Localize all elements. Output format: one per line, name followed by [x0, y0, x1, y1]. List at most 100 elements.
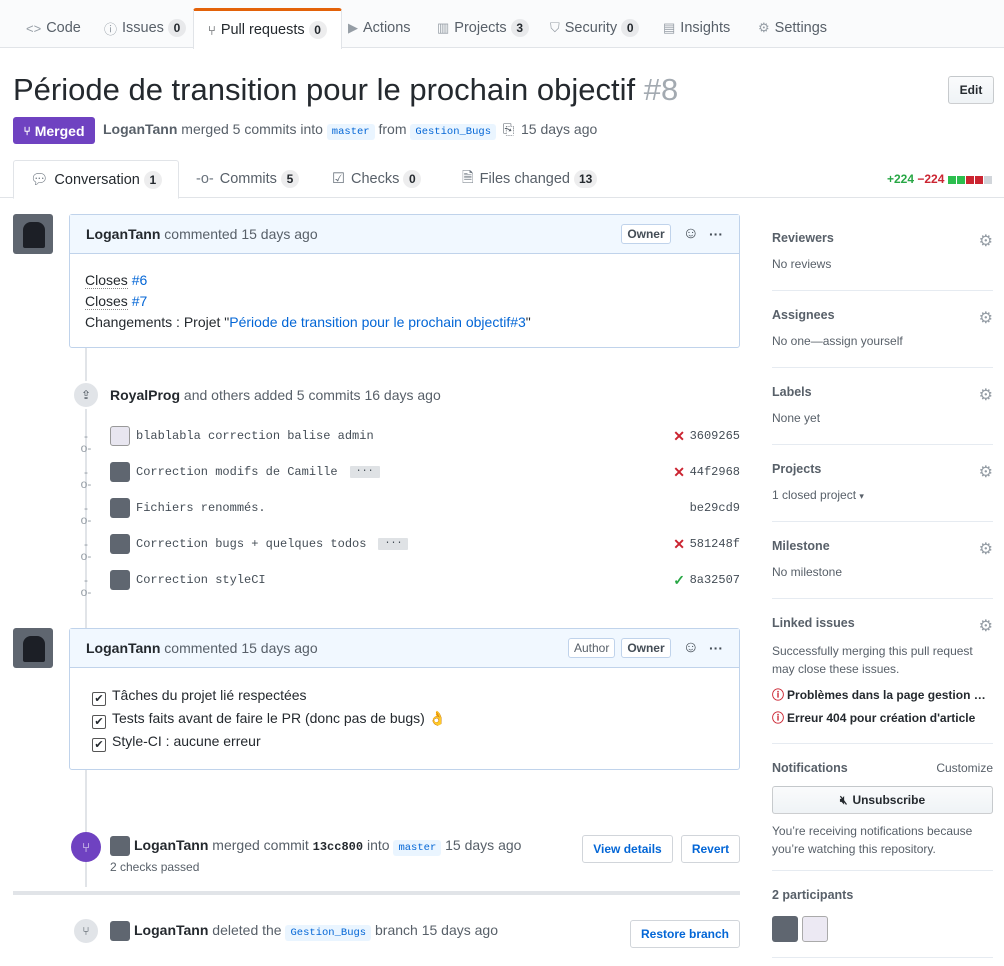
- divider: [772, 743, 993, 744]
- tab-settings[interactable]: ⚙ Settings: [744, 8, 841, 48]
- issue-link[interactable]: #7: [132, 293, 148, 309]
- event-author[interactable]: RoyalProg: [110, 387, 180, 403]
- commit-sha[interactable]: 3609265: [690, 429, 740, 443]
- event-author[interactable]: LoganTann: [134, 837, 208, 853]
- avatar[interactable]: [13, 214, 53, 254]
- gear-icon[interactable]: ⚙: [979, 231, 993, 251]
- gear-icon[interactable]: ⚙: [979, 308, 993, 328]
- restore-branch-button[interactable]: Restore branch: [630, 920, 740, 948]
- comment-author[interactable]: LoganTann: [86, 226, 160, 242]
- branch-label[interactable]: master: [393, 840, 442, 856]
- avatar[interactable]: [110, 534, 130, 554]
- kebab-menu-icon[interactable]: ···: [709, 640, 723, 656]
- sidebar-projects: Projects ⚙ 1 closed project ▾: [772, 462, 993, 502]
- task-item: ✔ Style-CI : aucune erreur: [92, 730, 719, 753]
- customize-link[interactable]: Customize: [936, 761, 993, 775]
- avatar[interactable]: [110, 426, 130, 446]
- smiley-icon[interactable]: ☺: [683, 639, 699, 657]
- participant-avatar[interactable]: [772, 916, 798, 942]
- gear-icon[interactable]: ⚙: [979, 385, 993, 405]
- tab-conversation[interactable]: 💬︎ Conversation 1: [13, 160, 179, 199]
- issue-link[interactable]: #6: [132, 272, 148, 288]
- tab-insights[interactable]: ▤ Insights: [649, 8, 744, 48]
- gear-icon[interactable]: ⚙: [979, 539, 993, 559]
- sidebar-reviewers: Reviewers ⚙ No reviews: [772, 231, 993, 271]
- x-icon[interactable]: ✕: [673, 428, 685, 445]
- checkbox[interactable]: ✔: [92, 715, 106, 729]
- check-icon[interactable]: ✓: [673, 572, 685, 589]
- tab-issues[interactable]: ⓘ Issues 0: [90, 8, 200, 48]
- head-branch[interactable]: Gestion_Bugs: [410, 124, 497, 140]
- edit-button[interactable]: Edit: [948, 76, 994, 104]
- smiley-icon[interactable]: ☺: [683, 225, 699, 243]
- tab-pull-requests[interactable]: ⑂ Pull requests 0: [193, 8, 342, 49]
- commit-message[interactable]: Fichiers renommés.: [136, 501, 266, 515]
- commit-sha[interactable]: be29cd9: [690, 501, 740, 515]
- kebab-menu-icon[interactable]: ···: [709, 226, 723, 242]
- avatar[interactable]: [110, 836, 130, 856]
- revert-button[interactable]: Revert: [681, 835, 740, 863]
- tab-code[interactable]: <> Code: [12, 8, 95, 48]
- commit-sha[interactable]: 44f2968: [690, 465, 740, 479]
- comment-time[interactable]: 15 days ago: [241, 640, 317, 656]
- avatar[interactable]: [110, 462, 130, 482]
- pr-tabs: 💬︎ Conversation 1 -o- Commits 5 ☑ Checks 0 🗎︎ F…: [0, 160, 1004, 199]
- avatar[interactable]: [110, 498, 130, 518]
- checkbox[interactable]: ✔: [92, 692, 106, 706]
- event-author[interactable]: LoganTann: [134, 922, 208, 938]
- sidebar-assignees: Assignees ⚙ No one—assign yourself: [772, 308, 993, 348]
- commit-message[interactable]: Correction bugs + quelques todos: [136, 537, 366, 551]
- task-item: ✔ Tests faits avant de faire le PR (donc …: [92, 707, 719, 730]
- tab-projects[interactable]: ▥ Projects 3: [423, 8, 543, 48]
- expand-ellipsis[interactable]: ···: [349, 465, 380, 478]
- commit-sha[interactable]: 581248f: [690, 537, 740, 551]
- sidebar-notifications: Notifications Customize 🔇︎ Unsubscribe Yo…: [772, 761, 993, 856]
- play-icon: ▶: [348, 20, 358, 35]
- comment-box: LoganTann commented 15 days ago Author O…: [69, 628, 740, 770]
- unsubscribe-button[interactable]: 🔇︎ Unsubscribe: [772, 786, 993, 814]
- tab-actions[interactable]: ▶ Actions: [334, 8, 425, 48]
- list-item: -o- Correction modifs de Camille ··· ✕ 44…: [80, 461, 740, 490]
- git-commit-icon: -o-: [196, 171, 214, 187]
- comment-body: Closes #6 Closes #7 Changements : Projet…: [85, 272, 531, 330]
- commit-message[interactable]: Correction styleCI: [136, 573, 266, 587]
- merge-sha[interactable]: 13cc800: [313, 840, 363, 854]
- participant-avatar[interactable]: [802, 916, 828, 942]
- view-details-button[interactable]: View details: [582, 835, 673, 863]
- x-icon[interactable]: ✕: [673, 536, 685, 553]
- tab-security[interactable]: ⛉ Security 0: [536, 8, 653, 48]
- expand-ellipsis[interactable]: ···: [378, 537, 409, 550]
- repo-push-icon: ⇪: [72, 381, 100, 409]
- issue-closed-icon: ⓘ: [772, 711, 785, 725]
- gear-icon[interactable]: ⚙: [979, 616, 993, 636]
- project-link[interactable]: Période de transition pour le prochain o…: [229, 314, 526, 330]
- x-icon[interactable]: ✕: [673, 464, 685, 481]
- list-item: -o- Correction bugs + quelques todos ··· …: [80, 533, 740, 563]
- comment-author[interactable]: LoganTann: [86, 640, 160, 656]
- comment-time[interactable]: 15 days ago: [241, 226, 317, 242]
- pr-number: #8: [643, 72, 679, 107]
- tab-files-changed[interactable]: 🗎︎ Files changed 13: [446, 160, 613, 198]
- commit-sha[interactable]: 8a32507: [690, 573, 740, 587]
- repo-nav: <> Code ⓘ Issues 0 ⑂ Pull requests 0 ▶ Actions…: [0, 0, 1004, 49]
- caret-down-icon: ▾: [859, 491, 864, 501]
- checks-status[interactable]: 2 checks passed: [110, 860, 199, 874]
- git-commit-icon: -o-: [80, 537, 92, 563]
- linked-issue[interactable]: ⓘ Erreur 404 pour création d'article: [772, 707, 993, 730]
- linked-issue[interactable]: ⓘ Problèmes dans la page gestion …: [772, 684, 993, 707]
- avatar[interactable]: [13, 628, 53, 668]
- copy-icon[interactable]: ⎘: [503, 121, 514, 137]
- gear-icon[interactable]: ⚙: [979, 462, 993, 482]
- git-commit-icon: -o-: [80, 573, 92, 599]
- avatar[interactable]: [110, 921, 130, 941]
- tab-commits[interactable]: -o- Commits 5: [180, 160, 315, 198]
- commit-message[interactable]: blablabla correction balise admin: [136, 429, 374, 443]
- avatar[interactable]: [110, 570, 130, 590]
- branch-label[interactable]: Gestion_Bugs: [285, 925, 372, 941]
- checkbox[interactable]: ✔: [92, 738, 106, 752]
- commit-message[interactable]: Correction modifs de Camille: [136, 465, 338, 479]
- base-branch[interactable]: master: [326, 124, 375, 140]
- tab-checks[interactable]: ☑ Checks 0: [316, 160, 437, 198]
- sidebar-linked-issues: Linked issues ⚙ Successfully merging thi…: [772, 616, 993, 728]
- author-link[interactable]: LoganTann: [103, 121, 177, 137]
